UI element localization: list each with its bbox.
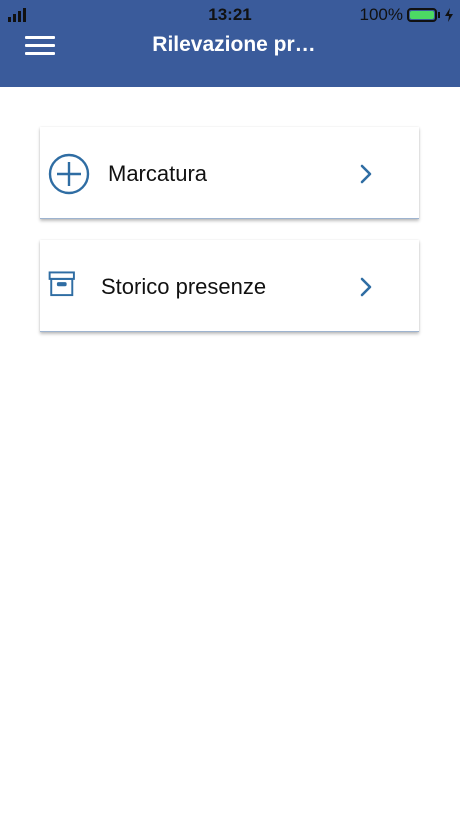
battery-percent: 100% bbox=[359, 5, 403, 24]
app-header: 13:21 100% Rilevazione pr… bbox=[0, 0, 460, 87]
status-bar: 13:21 100% bbox=[0, 0, 460, 30]
archive-box-icon bbox=[48, 271, 75, 297]
menu-item-label: Marcatura bbox=[108, 161, 208, 186]
battery-nub bbox=[438, 12, 440, 18]
battery-icon bbox=[407, 8, 437, 22]
battery-indicator: 100% bbox=[360, 5, 454, 25]
menu-item-label: Storico presenze bbox=[101, 274, 267, 299]
charging-bolt-icon bbox=[445, 8, 453, 22]
chevron-right-icon bbox=[360, 164, 372, 184]
menu-item-marcatura[interactable]: Marcatura bbox=[40, 127, 419, 219]
battery-fill bbox=[410, 11, 434, 19]
plus-circle-icon bbox=[48, 153, 90, 195]
chevron-right-icon bbox=[360, 277, 372, 297]
menu-item-storico-presenze[interactable]: Storico presenze bbox=[40, 240, 419, 332]
page-title: Rilevazione pr… bbox=[152, 33, 316, 56]
